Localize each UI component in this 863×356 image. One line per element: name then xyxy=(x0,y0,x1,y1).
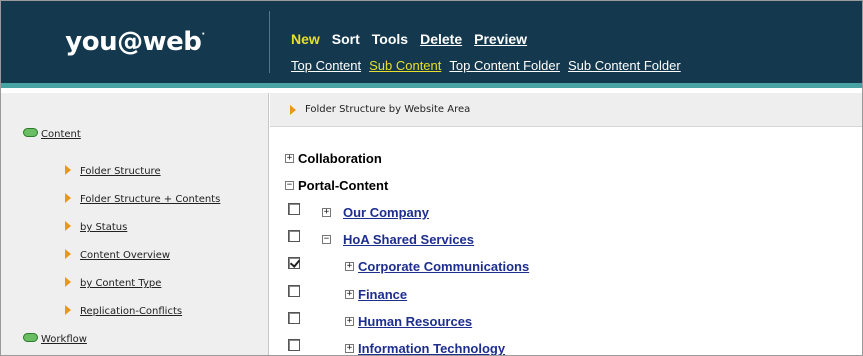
expand-icon[interactable]: + xyxy=(345,290,354,299)
sidebar-item-folder-structure[interactable]: Folder Structure xyxy=(65,165,161,177)
checkbox[interactable] xyxy=(288,312,300,324)
sidebar: Content Folder Structure Folder Structur… xyxy=(1,93,269,355)
sidebar-item-label[interactable]: by Status xyxy=(80,222,127,233)
sidebar-item-by-content-type[interactable]: by Content Type xyxy=(65,277,161,289)
tree-link[interactable]: Human Resources xyxy=(358,314,472,329)
expand-icon[interactable]: + xyxy=(345,344,354,353)
tree-row-information-technology[interactable]: + Information Technology xyxy=(345,341,505,355)
arrow-right-icon xyxy=(290,104,296,115)
tools-button[interactable]: Tools xyxy=(372,31,408,47)
sidebar-item-label[interactable]: Folder Structure xyxy=(80,166,161,177)
sidebar-item-label[interactable]: by Content Type xyxy=(80,278,161,289)
sidebar-item-by-status[interactable]: by Status xyxy=(65,221,127,233)
tree-label: Collaboration xyxy=(298,151,382,166)
checkbox[interactable] xyxy=(288,230,300,242)
sidebar-section-content[interactable]: Content xyxy=(23,128,81,140)
sidebar-item-content-overview[interactable]: Content Overview xyxy=(65,249,170,261)
header-divider xyxy=(269,11,270,73)
logo-area: you@web· xyxy=(1,1,269,83)
checkbox-checked[interactable] xyxy=(288,257,300,269)
section-pill-icon xyxy=(23,128,38,137)
subnav-top-content[interactable]: Top Content xyxy=(291,58,361,73)
arrow-right-icon xyxy=(65,193,71,203)
breadcrumb-text: Folder Structure by Website Area xyxy=(305,104,471,115)
tree-link[interactable]: HoA Shared Services xyxy=(343,232,474,247)
expand-icon[interactable]: + xyxy=(345,262,354,271)
sort-button[interactable]: Sort xyxy=(332,31,360,47)
subnav-sub-content-folder[interactable]: Sub Content Folder xyxy=(568,58,681,73)
sidebar-item-label[interactable]: Folder Structure + Contents xyxy=(80,194,220,205)
sidebar-workflow-link[interactable]: Workflow xyxy=(41,334,87,345)
breadcrumb: Folder Structure by Website Area xyxy=(270,93,862,127)
arrow-right-icon xyxy=(65,305,71,315)
tree-row-hoa-shared-services[interactable]: − HoA Shared Services xyxy=(322,232,474,247)
collapse-icon[interactable]: − xyxy=(322,235,331,244)
toolbar: New Sort Tools Delete Preview xyxy=(291,31,527,47)
tree-row-our-company[interactable]: + Our Company xyxy=(322,205,429,220)
sidebar-item-folder-structure-contents[interactable]: Folder Structure + Contents xyxy=(65,193,220,205)
subnav: Top Content Sub Content Top Content Fold… xyxy=(291,58,681,73)
sidebar-item-label[interactable]: Content Overview xyxy=(80,250,170,261)
arrow-right-icon xyxy=(65,277,71,287)
app-window: you@web· New Sort Tools Delete Preview T… xyxy=(0,0,863,356)
section-pill-icon xyxy=(23,333,38,342)
expand-icon[interactable]: + xyxy=(322,208,331,217)
tree-row-portal-content[interactable]: − Portal-Content xyxy=(285,178,388,193)
arrow-right-icon xyxy=(65,221,71,231)
tree-link[interactable]: Corporate Communications xyxy=(358,259,529,274)
arrow-right-icon xyxy=(65,165,71,175)
tree-row-human-resources[interactable]: + Human Resources xyxy=(345,314,472,329)
sidebar-section-workflow[interactable]: Workflow xyxy=(23,333,87,345)
sidebar-item-label[interactable]: Replication-Conflicts xyxy=(80,306,182,317)
sidebar-item-replication-conflicts[interactable]: Replication-Conflicts xyxy=(65,305,182,317)
checkbox[interactable] xyxy=(288,285,300,297)
arrow-right-icon xyxy=(65,249,71,259)
collapse-icon[interactable]: − xyxy=(285,181,294,190)
header: you@web· New Sort Tools Delete Preview T… xyxy=(1,1,862,88)
expand-icon[interactable]: + xyxy=(285,154,294,163)
tree-link[interactable]: Finance xyxy=(358,287,407,302)
expand-icon[interactable]: + xyxy=(345,317,354,326)
subnav-sub-content[interactable]: Sub Content xyxy=(369,58,441,73)
tree-link[interactable]: Information Technology xyxy=(358,341,505,355)
tree-row-corporate-communications[interactable]: + Corporate Communications xyxy=(345,259,529,274)
checkbox[interactable] xyxy=(288,203,300,215)
tree-row-finance[interactable]: + Finance xyxy=(345,287,407,302)
subnav-top-content-folder[interactable]: Top Content Folder xyxy=(449,58,560,73)
preview-button[interactable]: Preview xyxy=(474,31,527,47)
tree-label: Portal-Content xyxy=(298,178,389,193)
checkbox[interactable] xyxy=(288,339,300,351)
tree-link[interactable]: Our Company xyxy=(343,205,429,220)
logo: you@web· xyxy=(65,27,205,57)
tree-row-collaboration[interactable]: + Collaboration xyxy=(285,151,382,166)
delete-button[interactable]: Delete xyxy=(420,31,462,47)
sidebar-content-link[interactable]: Content xyxy=(41,129,81,140)
new-button[interactable]: New xyxy=(291,31,320,47)
